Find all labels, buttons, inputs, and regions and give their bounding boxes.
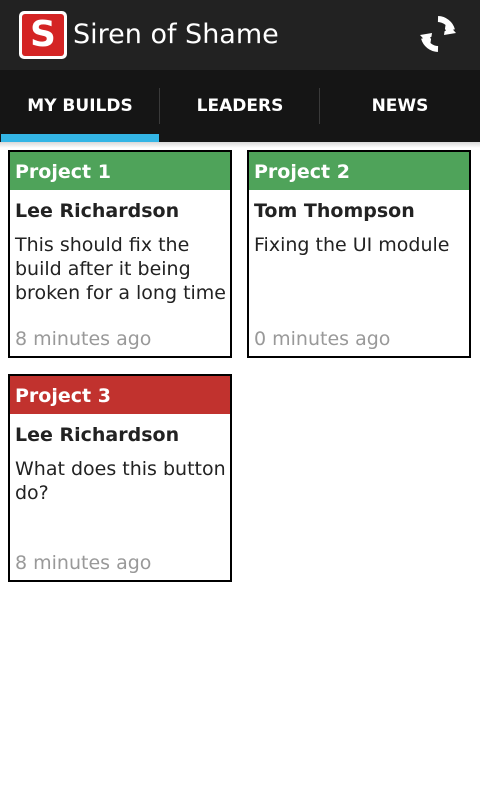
build-card[interactable]: Project 3 Lee Richardson What does this … [8, 374, 232, 582]
build-card-time: 8 minutes ago [15, 328, 152, 350]
tab-my-builds-label: MY BUILDS [27, 96, 133, 116]
build-card-project: Project 2 [249, 152, 469, 190]
build-card-time: 0 minutes ago [254, 328, 391, 350]
tab-selected-indicator [1, 134, 159, 142]
refresh-icon[interactable] [418, 14, 458, 54]
build-card-time: 8 minutes ago [15, 552, 152, 574]
tab-leaders[interactable]: LEADERS [160, 70, 320, 142]
tab-news-label: NEWS [371, 96, 429, 116]
build-card-message: This should fix the build after it being… [15, 234, 226, 304]
build-card-project: Project 1 [10, 152, 230, 190]
build-card-author: Tom Thompson [254, 200, 415, 222]
tab-bar-shadow [0, 142, 480, 148]
build-card[interactable]: Project 1 Lee Richardson This should fix… [8, 150, 232, 358]
app-logo-letter: S [22, 14, 64, 56]
tab-my-builds[interactable]: MY BUILDS [0, 70, 160, 142]
action-bar: S Siren of Shame [0, 0, 480, 70]
tab-bar: MY BUILDS LEADERS NEWS [0, 70, 480, 142]
tab-leaders-label: LEADERS [196, 96, 284, 116]
tab-news[interactable]: NEWS [320, 70, 480, 142]
build-card-author: Lee Richardson [15, 424, 180, 446]
app-logo-icon[interactable]: S [19, 11, 67, 59]
build-card-message: What does this button do? [15, 458, 226, 504]
build-card[interactable]: Project 2 Tom Thompson Fixing the UI mod… [247, 150, 471, 358]
build-card-message: Fixing the UI module [254, 234, 450, 256]
build-card-project: Project 3 [10, 376, 230, 414]
app-title: Siren of Shame [73, 19, 279, 50]
build-card-author: Lee Richardson [15, 200, 180, 222]
